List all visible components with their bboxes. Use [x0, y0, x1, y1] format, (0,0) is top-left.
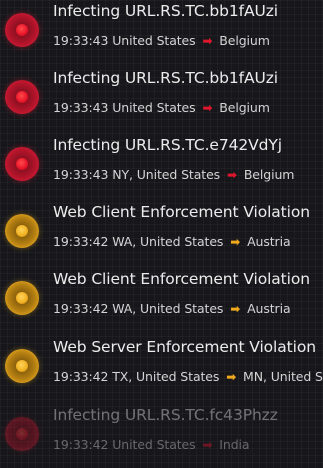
event-destination: Belgium	[219, 33, 270, 48]
event-time: 19:33:43	[53, 33, 109, 48]
feed-item[interactable]: Web Client Enforcement Violation 19:33:4…	[0, 201, 323, 261]
event-title: Web Server Enforcement Violation	[53, 338, 316, 356]
arrow-right-icon: ➡	[226, 370, 237, 384]
arrow-right-icon: ➡	[226, 168, 237, 182]
warning-dot-icon	[5, 281, 39, 315]
critical-dot-icon	[5, 147, 39, 181]
event-time: 19:33:42	[53, 234, 109, 249]
event-time: 19:33:43	[53, 100, 109, 115]
event-source: WA, United States	[112, 234, 224, 249]
warning-dot-icon	[5, 349, 39, 383]
event-source: NY, United States	[112, 167, 221, 182]
arrow-right-icon: ➡	[230, 302, 241, 316]
event-source: United States	[112, 33, 196, 48]
event-time: 19:33:42	[53, 301, 109, 316]
event-meta: 19:33:42 WA, United States ➡ Austria	[53, 234, 291, 249]
event-destination: Belgium	[243, 167, 295, 182]
critical-dot-icon	[5, 417, 39, 451]
event-title: Infecting URL.RS.TC.fc43Phzz	[53, 406, 278, 424]
feed-item[interactable]: Infecting URL.RS.TC.bb1fAUzi 19:33:43 Un…	[0, 0, 323, 60]
feed-item[interactable]: Web Client Enforcement Violation 19:33:4…	[0, 268, 323, 328]
event-source: TX, United States	[112, 369, 220, 384]
event-title: Infecting URL.RS.TC.bb1fAUzi	[53, 2, 278, 20]
arrow-right-icon: ➡	[230, 235, 241, 249]
event-destination: MN, United S...	[243, 369, 323, 384]
event-meta: 19:33:43 United States ➡ Belgium	[53, 100, 270, 115]
event-source: WA, United States	[112, 301, 224, 316]
event-title: Infecting URL.RS.TC.e742VdYj	[53, 136, 282, 154]
event-title: Web Client Enforcement Violation	[53, 270, 310, 288]
event-meta: 19:33:42 WA, United States ➡ Austria	[53, 301, 291, 316]
warning-dot-icon	[5, 214, 39, 248]
feed-item[interactable]: Infecting URL.RS.TC.e742VdYj 19:33:43 NY…	[0, 134, 323, 194]
event-source: United States	[112, 437, 196, 452]
feed-item[interactable]: Infecting URL.RS.TC.fc43Phzz 19:33:42 Un…	[0, 404, 323, 464]
critical-dot-icon	[5, 80, 39, 114]
event-title: Web Client Enforcement Violation	[53, 203, 310, 221]
feed-item[interactable]: Infecting URL.RS.TC.bb1fAUzi 19:33:43 Un…	[0, 67, 323, 127]
arrow-right-icon: ➡	[202, 34, 213, 48]
event-destination: Belgium	[219, 100, 270, 115]
event-meta: 19:33:42 United States ➡ India	[53, 437, 250, 452]
event-destination: India	[219, 437, 250, 452]
critical-dot-icon	[5, 13, 39, 47]
arrow-right-icon: ➡	[202, 101, 213, 115]
attack-feed-list: Infecting URL.RS.TC.bb1fAUzi 19:33:43 Un…	[0, 0, 323, 468]
event-source: United States	[112, 100, 196, 115]
feed-item[interactable]: Web Server Enforcement Violation 19:33:4…	[0, 336, 323, 396]
arrow-right-icon: ➡	[202, 438, 213, 452]
event-destination: Austria	[247, 234, 291, 249]
event-time: 19:33:42	[53, 369, 109, 384]
event-destination: Austria	[247, 301, 291, 316]
event-title: Infecting URL.RS.TC.bb1fAUzi	[53, 69, 278, 87]
event-time: 19:33:42	[53, 437, 109, 452]
event-meta: 19:33:43 NY, United States ➡ Belgium	[53, 167, 294, 182]
event-time: 19:33:43	[53, 167, 109, 182]
event-meta: 19:33:43 United States ➡ Belgium	[53, 33, 270, 48]
event-meta: 19:33:42 TX, United States ➡ MN, United …	[53, 369, 323, 384]
